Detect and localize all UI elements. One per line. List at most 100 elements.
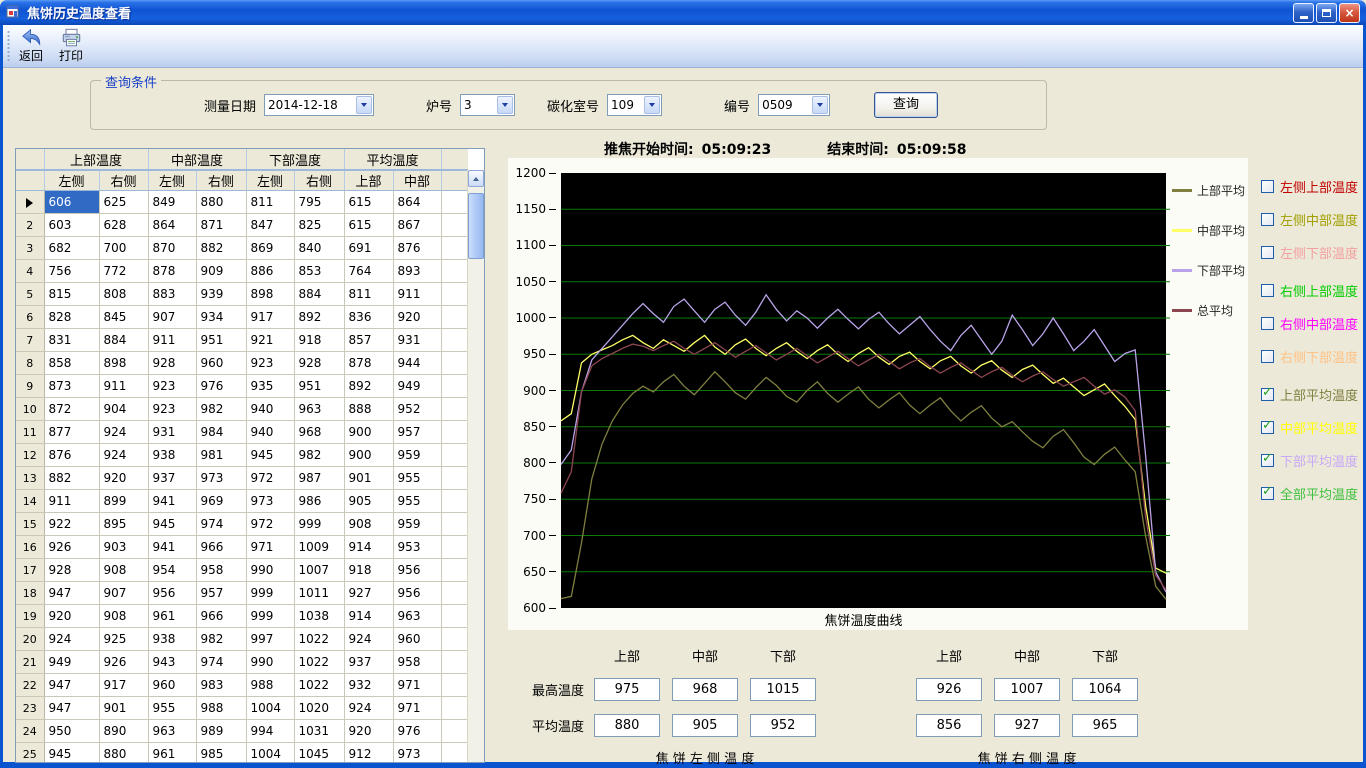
table-cell[interactable]: 971 (246, 536, 294, 559)
table-cell[interactable]: 772 (99, 260, 148, 283)
furnace-combobox[interactable]: 3 (460, 94, 515, 116)
table-cell[interactable]: 756 (44, 260, 99, 283)
table-cell[interactable]: 924 (99, 444, 148, 467)
table-cell[interactable]: 976 (393, 720, 441, 743)
table-cell[interactable]: 878 (344, 352, 393, 375)
table-cell[interactable]: 853 (294, 260, 344, 283)
col-header[interactable]: 右侧 (99, 170, 148, 191)
table-cell[interactable]: 973 (393, 743, 441, 764)
col-header[interactable]: 中部 (393, 170, 441, 191)
table-cell[interactable]: 955 (148, 697, 196, 720)
table-cell[interactable]: 895 (99, 513, 148, 536)
table-cell[interactable]: 974 (196, 513, 246, 536)
table-cell[interactable]: 918 (294, 329, 344, 352)
table-cell[interactable]: 884 (99, 329, 148, 352)
table-cell[interactable]: 953 (393, 536, 441, 559)
table-cell[interactable]: 882 (196, 237, 246, 260)
table-cell[interactable]: 876 (44, 444, 99, 467)
table-cell[interactable]: 893 (393, 260, 441, 283)
series-checkbox-item[interactable]: ✓上部平均温度 (1261, 386, 1365, 402)
table-cell[interactable]: 982 (196, 398, 246, 421)
summary-value-box[interactable]: 952 (750, 714, 816, 737)
series-checkbox-item[interactable]: 左侧中部温度 (1261, 211, 1365, 227)
col-header[interactable]: 右侧 (196, 170, 246, 191)
table-cell[interactable]: 957 (393, 421, 441, 444)
table-cell[interactable]: 603 (44, 214, 99, 237)
table-cell[interactable]: 954 (148, 559, 196, 582)
table-cell[interactable]: 944 (393, 352, 441, 375)
table-cell[interactable]: 990 (246, 651, 294, 674)
table-cell[interactable]: 845 (99, 306, 148, 329)
table-cell[interactable]: 983 (196, 674, 246, 697)
table-cell[interactable]: 847 (246, 214, 294, 237)
table-cell[interactable]: 981 (196, 444, 246, 467)
table-cell[interactable]: 920 (344, 720, 393, 743)
date-dropdown-icon[interactable] (356, 96, 372, 114)
table-cell[interactable]: 911 (148, 329, 196, 352)
table-cell[interactable]: 937 (148, 467, 196, 490)
table-cell[interactable]: 898 (246, 283, 294, 306)
table-cell[interactable]: 987 (294, 467, 344, 490)
row-header[interactable]: 11 (16, 421, 44, 444)
table-cell[interactable]: 914 (344, 536, 393, 559)
row-header[interactable]: 23 (16, 697, 44, 720)
search-button[interactable]: 查询 (874, 92, 938, 118)
scroll-up-icon[interactable] (468, 170, 484, 187)
table-cell[interactable]: 869 (246, 237, 294, 260)
row-header[interactable]: 7 (16, 329, 44, 352)
table-cell[interactable]: 923 (148, 398, 196, 421)
series-checkbox-item[interactable]: ✓全部平均温度 (1261, 485, 1365, 501)
table-cell[interactable]: 924 (344, 697, 393, 720)
row-header[interactable]: 3 (16, 237, 44, 260)
table-cell[interactable]: 864 (393, 191, 441, 214)
table-cell[interactable]: 764 (344, 260, 393, 283)
table-cell[interactable]: 615 (344, 191, 393, 214)
table-cell[interactable]: 956 (393, 559, 441, 582)
row-header[interactable]: 13 (16, 467, 44, 490)
table-cell[interactable]: 918 (344, 559, 393, 582)
table-cell[interactable]: 973 (246, 490, 294, 513)
table-cell[interactable]: 939 (196, 283, 246, 306)
table-cell[interactable]: 943 (148, 651, 196, 674)
unchecked-checkbox-icon[interactable] (1261, 213, 1274, 226)
checked-checkbox-icon[interactable]: ✓ (1261, 388, 1274, 401)
table-cell[interactable]: 988 (196, 697, 246, 720)
table-cell[interactable]: 904 (99, 398, 148, 421)
summary-value-box[interactable]: 856 (916, 714, 982, 737)
table-cell[interactable]: 1004 (246, 743, 294, 764)
table-cell[interactable]: 940 (246, 398, 294, 421)
table-cell[interactable]: 872 (44, 398, 99, 421)
table-cell[interactable]: 947 (44, 674, 99, 697)
table-cell[interactable]: 982 (196, 628, 246, 651)
summary-value-box[interactable]: 1015 (750, 678, 816, 701)
table-cell[interactable]: 876 (393, 237, 441, 260)
series-checkbox-item[interactable]: 左侧上部温度 (1261, 178, 1365, 194)
col-header[interactable]: 左侧 (246, 170, 294, 191)
table-cell[interactable]: 988 (246, 674, 294, 697)
table-cell[interactable]: 825 (294, 214, 344, 237)
row-header[interactable]: 5 (16, 283, 44, 306)
table-cell[interactable]: 870 (148, 237, 196, 260)
unchecked-checkbox-icon[interactable] (1261, 284, 1274, 297)
table-cell[interactable]: 880 (196, 191, 246, 214)
table-cell[interactable]: 961 (148, 605, 196, 628)
table-cell[interactable]: 920 (99, 467, 148, 490)
table-cell[interactable]: 911 (44, 490, 99, 513)
table-cell[interactable]: 908 (99, 605, 148, 628)
table-cell[interactable]: 931 (148, 421, 196, 444)
table-cell[interactable]: 1020 (294, 697, 344, 720)
table-cell[interactable]: 941 (148, 536, 196, 559)
table-cell[interactable]: 882 (44, 467, 99, 490)
table-cell[interactable]: 951 (196, 329, 246, 352)
table-cell[interactable]: 892 (344, 375, 393, 398)
table-cell[interactable]: 955 (393, 490, 441, 513)
unchecked-checkbox-icon[interactable] (1261, 180, 1274, 193)
table-cell[interactable]: 982 (294, 444, 344, 467)
table-cell[interactable]: 960 (196, 352, 246, 375)
table-cell[interactable]: 682 (44, 237, 99, 260)
series-checkbox-item[interactable]: ✓中部平均温度 (1261, 419, 1365, 435)
table-cell[interactable]: 956 (148, 582, 196, 605)
table-cell[interactable]: 911 (99, 375, 148, 398)
summary-value-box[interactable]: 1007 (994, 678, 1060, 701)
table-cell[interactable]: 997 (246, 628, 294, 651)
